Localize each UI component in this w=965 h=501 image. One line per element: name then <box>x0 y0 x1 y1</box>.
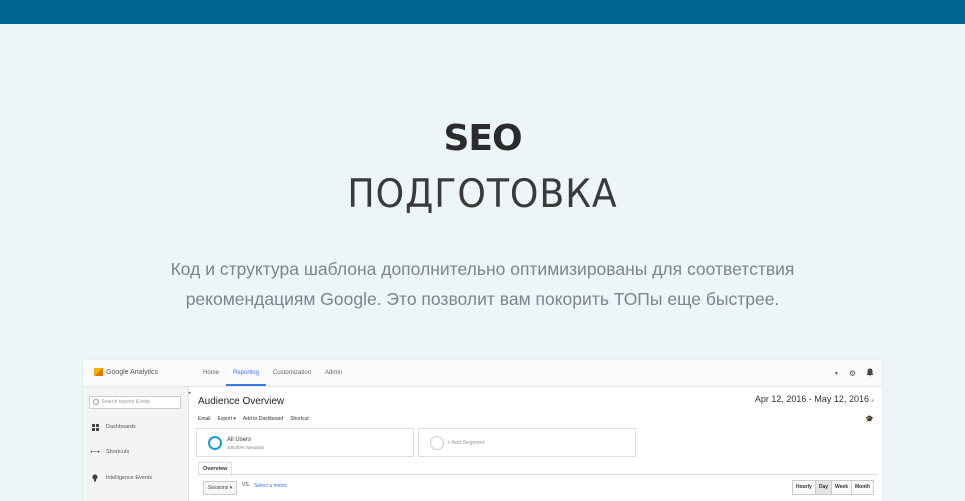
segment-ring-icon <box>430 436 444 450</box>
sidebar-item-shortcuts[interactable]: ⟷ Shortcuts <box>89 448 130 456</box>
section-description: Код и структура шаблона дополнительно оп… <box>140 254 825 314</box>
sidebar-item-dashboards[interactable]: Dashboards <box>91 423 136 431</box>
vs-label: VS. <box>242 482 251 488</box>
sidebar-item-label: Shortcuts <box>106 449 130 455</box>
ga-logo[interactable]: Google Analytics <box>94 368 158 376</box>
chevron-down-icon[interactable]: ▼ <box>834 371 839 377</box>
search-icon <box>93 398 99 405</box>
ga-header: Google Analytics Home Reporting Customiz… <box>83 360 882 387</box>
nav-admin[interactable]: Admin <box>318 360 349 386</box>
top-bar <box>0 0 965 24</box>
description-line-1: Код и структура шаблона дополнительно оп… <box>170 259 795 279</box>
granularity-hourly[interactable]: Hourly <box>792 481 815 494</box>
section-subtitle: ПОДГОТОВКА <box>347 172 618 217</box>
report-actions: Email Export ▾ Add to Dashboard Shortcut <box>198 416 309 422</box>
granularity-toggle: Hourly Day Week Month <box>791 480 874 495</box>
email-button[interactable]: Email <box>198 416 211 422</box>
gear-icon[interactable]: ⚙ <box>849 369 856 378</box>
granularity-day[interactable]: Day <box>814 481 832 494</box>
sidebar-item-intelligence-events[interactable]: Intelligence Events <box>91 474 152 482</box>
page-title: Audience Overview <box>198 396 285 407</box>
ga-nav: Home Reporting Customization Admin <box>196 360 349 386</box>
date-range-text: Apr 12, 2016 - May 12, 2016 <box>754 394 869 404</box>
grid-icon <box>91 423 99 431</box>
bulb-icon <box>91 474 99 482</box>
segment-name: All Users <box>227 437 252 443</box>
add-segment-label: + Add Segment <box>447 440 485 446</box>
divider <box>198 474 878 475</box>
bell-icon[interactable] <box>866 368 874 379</box>
add-to-dashboard-button[interactable]: Add to Dashboard <box>243 416 283 422</box>
ga-sidebar: Search reports & help Dashboards ⟷ Short… <box>83 387 189 501</box>
arrows-icon: ⟷ <box>89 449 101 456</box>
granularity-week[interactable]: Week <box>831 481 851 494</box>
ga-logo-text: Google Analytics <box>106 368 159 376</box>
nav-customization[interactable]: Customization <box>266 360 318 386</box>
analytics-screenshot: Google Analytics Home Reporting Customiz… <box>83 360 882 501</box>
select-metric-link[interactable]: Select a metric <box>254 483 287 489</box>
shortcut-button[interactable]: Shortcut <box>290 416 309 422</box>
chevron-down-icon: ▾ <box>871 398 874 404</box>
ga-header-icons: ▼ ⚙ <box>834 368 874 379</box>
search-placeholder: Search reports & help <box>101 399 150 405</box>
segment-ring-icon <box>208 436 222 450</box>
segment-share: 100.00% Sessions <box>227 445 265 450</box>
sidebar-item-label: Intelligence Events <box>106 475 153 481</box>
ga-main: Audience Overview Apr 12, 2016 - May 12,… <box>191 387 882 501</box>
search-input[interactable]: Search reports & help <box>89 396 181 409</box>
export-button[interactable]: Export ▾ <box>218 416 236 422</box>
nav-home[interactable]: Home <box>196 360 226 386</box>
analytics-logo-icon <box>94 368 103 376</box>
graduation-cap-icon[interactable]: 🎓 <box>865 415 874 423</box>
date-range-picker[interactable]: Apr 12, 2016 - May 12, 2016 ▾ <box>755 394 874 404</box>
granularity-month[interactable]: Month <box>851 481 873 494</box>
add-segment-button[interactable]: + Add Segment <box>418 428 636 457</box>
metric-select[interactable]: Sessions ▾ <box>203 481 238 495</box>
nav-reporting[interactable]: Reporting <box>226 360 267 386</box>
section-title: SEO <box>443 118 522 159</box>
segment-all-users[interactable]: All Users 100.00% Sessions <box>196 428 414 457</box>
description-line-2: рекомендациям Google. Это позволит вам п… <box>185 289 780 309</box>
sidebar-item-label: Dashboards <box>106 424 136 430</box>
